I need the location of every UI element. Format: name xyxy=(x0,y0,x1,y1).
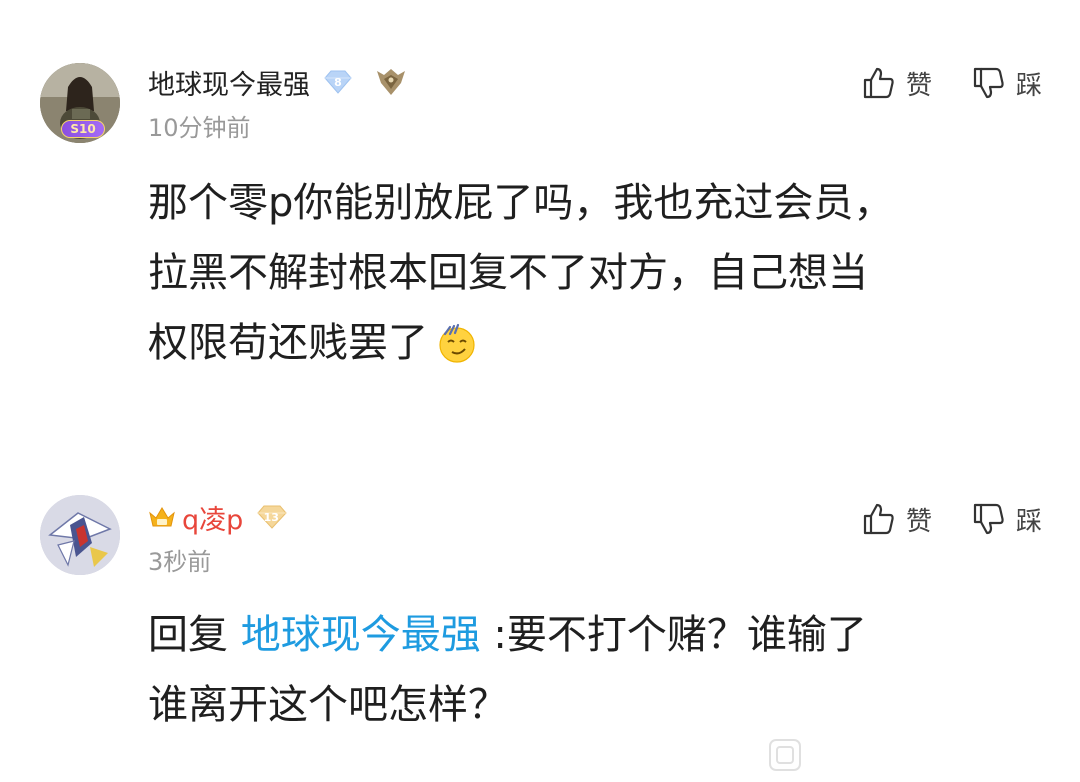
thumbs-down-icon xyxy=(973,67,1004,99)
thumbs-up-icon xyxy=(863,503,894,535)
comment-line-text: :要不打个赌？谁输了 xyxy=(480,612,867,658)
comment-line: 那个零p你能别放屁了吗，我也充过会员， xyxy=(148,180,894,226)
like-label: 赞 xyxy=(905,70,932,101)
diamond-level-icon: 8 xyxy=(324,69,352,95)
username-row: q凌p 13 xyxy=(148,497,287,537)
level-number: 8 xyxy=(334,75,342,89)
username-row: 地球现今最强 8 xyxy=(148,62,408,102)
comment-time: 10分钟前 xyxy=(148,114,251,142)
comment-line: 回复 地球现今最强 :要不打个赌？谁输了 xyxy=(148,600,1028,670)
comment-body: 回复 地球现今最强 :要不打个赌？谁输了 谁离开这个吧怎样？ xyxy=(148,600,1028,740)
smug-emoji-icon xyxy=(436,316,478,386)
rank-emblem-icon xyxy=(374,67,408,97)
reply-prefix: 回复 xyxy=(148,612,241,658)
comment-time: 3秒前 xyxy=(148,548,212,576)
comment-actions: 赞 踩 xyxy=(862,498,1042,540)
comment-line: 拉黑不解封根本回复不了对方，自己想当 xyxy=(148,250,868,296)
like-button[interactable]: 赞 xyxy=(862,498,932,540)
thumbs-down-icon xyxy=(973,503,1004,535)
like-button[interactable]: 赞 xyxy=(862,62,932,104)
watermark-icon xyxy=(768,738,802,772)
dislike-button[interactable]: 踩 xyxy=(972,62,1042,104)
mention-link[interactable]: 地球现今最强 xyxy=(241,612,481,658)
comment-actions: 赞 踩 xyxy=(862,62,1042,104)
comment-list: S10 地球现今最强 8 10分钟前 赞 踩 那个零p你能别放屁了吗，我也充过会… xyxy=(0,0,1080,782)
comment-body: 那个零p你能别放屁了吗，我也充过会员， 拉黑不解封根本回复不了对方，自己想当 权… xyxy=(148,168,1028,378)
avatar[interactable] xyxy=(40,495,120,575)
dislike-button[interactable]: 踩 xyxy=(972,498,1042,540)
comment-item: S10 地球现今最强 8 10分钟前 赞 踩 那个零p你能别放屁了吗，我也充过会… xyxy=(0,0,1080,430)
dislike-label: 踩 xyxy=(1015,506,1042,537)
crown-icon xyxy=(148,505,176,529)
comment-item: q凌p 13 3秒前 赞 踩 回复 地球现今最强:要不打个赌？谁输了 谁离开这… xyxy=(0,470,1080,782)
avatar-frame-badge: S10 xyxy=(48,118,118,140)
dislike-label: 踩 xyxy=(1015,70,1042,101)
username[interactable]: q凌p xyxy=(182,498,243,537)
like-label: 赞 xyxy=(905,506,932,537)
comment-line: 谁离开这个吧怎样？ xyxy=(148,682,508,728)
level-number: 13 xyxy=(263,510,279,524)
comment-line-text: 权限苟还贱罢了 xyxy=(148,320,428,366)
comment-line-last: 权限苟还贱罢了 xyxy=(148,308,1028,378)
thumbs-up-icon xyxy=(863,67,894,99)
diamond-level-icon: 13 xyxy=(257,504,287,530)
username[interactable]: 地球现今最强 xyxy=(148,63,310,102)
